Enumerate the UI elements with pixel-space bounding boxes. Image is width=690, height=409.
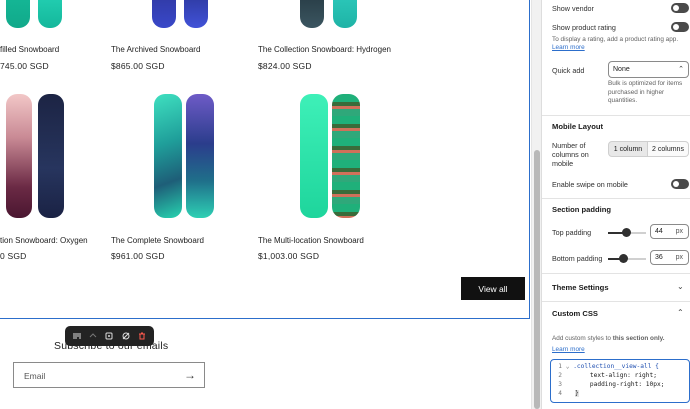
product-price: $824.00 SGD [258, 61, 312, 71]
product-card[interactable]: The Archived Snowboard $865.00 SGD [111, 0, 251, 71]
hide-icon[interactable] [120, 330, 132, 342]
line-number: 3 [558, 381, 562, 388]
product-title[interactable]: tion Snowboard: Oxygen [0, 236, 88, 245]
product-price: $1,003.00 SGD [258, 251, 320, 261]
product-image [333, 0, 357, 28]
line-number: 2 [558, 372, 562, 379]
settings-panel: Show vendor Show product rating To displ… [541, 0, 690, 409]
bottom-padding-label: Bottom padding [552, 254, 603, 263]
product-price: 745.00 SGD [0, 61, 49, 71]
product-title[interactable]: The Multi-location Snowboard [258, 236, 364, 245]
learn-more-link[interactable]: Learn more [552, 346, 585, 355]
swipe-label: Enable swipe on mobile [552, 180, 628, 189]
show-vendor-label: Show vendor [552, 4, 594, 13]
code-line: 3 padding-right: 10px; [551, 381, 664, 390]
product-card[interactable]: The Collection Snowboard: Hydrogen $824.… [258, 0, 408, 71]
product-image [152, 0, 176, 28]
theme-settings-heading[interactable]: Theme Settings [552, 283, 609, 292]
move-icon[interactable] [87, 330, 99, 342]
storefront-preview: filled Snowboard 745.00 SGD The Archived… [0, 0, 541, 409]
code-text: .collection__view-all { [573, 363, 659, 370]
bottom-padding-slider-handle[interactable] [619, 254, 628, 263]
divider [542, 273, 690, 274]
section-padding-heading: Section padding [552, 205, 612, 214]
line-number: 1 [558, 363, 562, 370]
code-text: text-align: right; [575, 372, 657, 379]
custom-css-help-prefix: Add custom styles to [552, 335, 613, 342]
email-placeholder: Email [24, 371, 46, 381]
product-image [184, 0, 208, 28]
product-image [332, 94, 360, 218]
swipe-toggle[interactable] [671, 179, 689, 189]
product-image [38, 0, 62, 28]
chevron-up-icon[interactable]: ⌃ [677, 308, 684, 317]
quick-add-select[interactable]: None ⌃ [608, 61, 689, 78]
section-toolbar [65, 326, 154, 346]
product-image [186, 94, 214, 218]
product-card[interactable]: filled Snowboard 745.00 SGD [0, 0, 90, 71]
product-card[interactable]: The Multi-location Snowboard $1,003.00 S… [258, 90, 408, 265]
submit-arrow-icon[interactable]: → [184, 368, 196, 382]
custom-css-editor[interactable]: 1 ⌄ .collection__view-all { 2 text-align… [550, 359, 690, 403]
top-padding-label: Top padding [552, 228, 592, 237]
custom-css-heading[interactable]: Custom CSS [552, 309, 598, 318]
product-title[interactable]: The Complete Snowboard [111, 236, 204, 245]
quick-add-help: Bulk is optimized for items purchased in… [608, 80, 683, 104]
code-line: 2 text-align: right; [551, 372, 657, 381]
quick-add-value: None [613, 66, 630, 73]
divider [542, 198, 690, 199]
show-rating-toggle[interactable] [671, 22, 689, 32]
product-price: $865.00 SGD [111, 61, 165, 71]
product-title[interactable]: filled Snowboard [0, 45, 59, 54]
delete-icon[interactable] [136, 330, 148, 342]
mobile-layout-heading: Mobile Layout [552, 122, 604, 131]
code-text: padding-right: 10px; [575, 381, 665, 388]
duplicate-icon[interactable] [103, 330, 115, 342]
product-image [154, 94, 182, 218]
preview-scrollbar[interactable] [531, 0, 541, 409]
product-card[interactable]: The Complete Snowboard $961.00 SGD [111, 90, 251, 265]
scroll-thumb[interactable] [534, 150, 540, 409]
columns-label: Number of columns on mobile [552, 141, 589, 168]
product-price: 0 SGD [0, 251, 27, 261]
reorder-icon[interactable] [71, 330, 83, 342]
top-padding-slider-handle[interactable] [622, 228, 631, 237]
email-field[interactable]: Email → [13, 362, 205, 388]
product-image [300, 94, 328, 218]
code-text: } [575, 390, 579, 397]
product-price: $961.00 SGD [111, 251, 165, 261]
product-title[interactable]: The Collection Snowboard: Hydrogen [258, 45, 391, 54]
product-image [300, 0, 324, 28]
view-all-button[interactable]: View all [461, 277, 525, 300]
chevron-down-icon[interactable]: ⌄ [677, 282, 684, 291]
bottom-padding-unit: px [675, 254, 683, 261]
fold-chevron-icon[interactable]: ⌄ [562, 363, 573, 370]
quick-add-label: Quick add [552, 66, 585, 75]
divider [542, 115, 690, 116]
top-padding-input[interactable]: 44 px [650, 224, 689, 239]
product-image [6, 94, 32, 218]
product-card[interactable]: tion Snowboard: Oxygen 0 SGD [0, 90, 100, 265]
show-rating-label: Show product rating [552, 23, 616, 32]
line-number: 4 [558, 390, 562, 397]
learn-more-link[interactable]: Learn more [552, 44, 585, 53]
show-vendor-toggle[interactable] [671, 3, 689, 13]
top-padding-value: 44 [655, 228, 663, 235]
code-line: 1 ⌄ .collection__view-all { [551, 363, 659, 372]
product-image [38, 94, 64, 218]
chevron-updown-icon: ⌃ [678, 66, 684, 73]
product-image [6, 0, 30, 28]
custom-css-help-bold: this section only. [612, 335, 665, 342]
product-title[interactable]: The Archived Snowboard [111, 45, 200, 54]
bottom-padding-input[interactable]: 36 px [650, 250, 689, 265]
custom-css-help: Add custom styles to this section only. [552, 335, 664, 344]
divider [542, 301, 690, 302]
column-option[interactable]: 1 column [608, 141, 648, 157]
code-line: 4} [551, 390, 579, 399]
column-option[interactable]: 2 columns [648, 141, 689, 157]
bottom-padding-value: 36 [655, 254, 663, 261]
top-padding-unit: px [675, 228, 683, 235]
